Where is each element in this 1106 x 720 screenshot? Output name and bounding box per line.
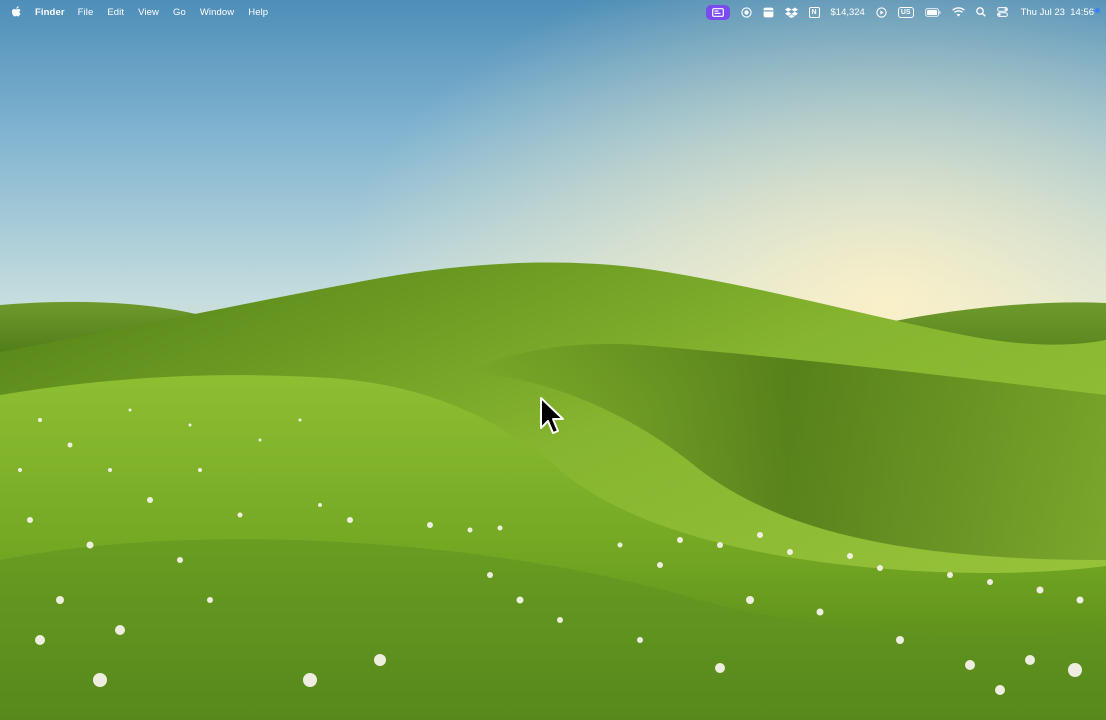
screen-share-icon [711,7,724,17]
menu-edit[interactable]: Edit [107,7,124,18]
wifi-icon[interactable] [951,7,965,17]
menu-go[interactable]: Go [173,7,186,18]
battery-icon[interactable] [924,7,941,17]
stock-ticker[interactable]: $14,324 [831,7,865,18]
menu-bar: Finder File Edit View Go Window Help N $… [0,0,1106,24]
record-icon[interactable] [740,6,752,18]
menu-file[interactable]: File [78,7,94,18]
spotlight-search-icon[interactable] [975,7,986,17]
dropbox-icon[interactable] [784,7,798,18]
desktop-wallpaper [0,0,1106,720]
menu-bar-left: Finder File Edit View Go Window Help [0,0,282,24]
menu-bar-status: N $14,324 US Thu Jul 23 14:56 [695,0,1106,24]
input-source-indicator[interactable]: US [897,6,914,18]
play-icon[interactable] [876,6,887,18]
menu-app-finder[interactable]: Finder [35,7,65,18]
arrow-pointer-icon [540,397,564,434]
screen-share-pill[interactable] [705,4,730,20]
notion-icon[interactable]: N [808,6,820,18]
control-center-icon[interactable] [996,7,1008,17]
notification-dot [1095,8,1100,13]
menu-view[interactable]: View [138,7,159,18]
calendar-widget-icon[interactable] [763,7,774,18]
apple-logo-icon[interactable] [11,6,23,18]
menu-clock[interactable]: Thu Jul 23 14:56 [1021,7,1094,18]
menu-window[interactable]: Window [200,7,234,18]
menu-help[interactable]: Help [248,7,268,18]
